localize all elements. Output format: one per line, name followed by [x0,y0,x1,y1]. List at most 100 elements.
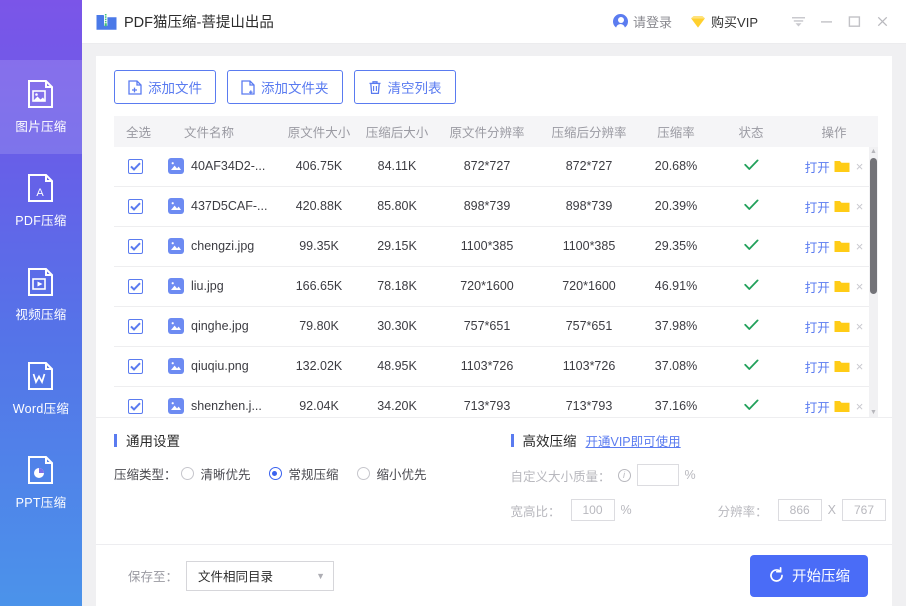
remove-row-icon[interactable]: × [856,199,864,214]
folder-icon[interactable] [834,400,850,413]
header-select[interactable]: 全选 [114,122,168,141]
pdf-compress-icon: A [27,173,55,203]
row-checkbox-cell[interactable] [114,278,168,294]
header-orig-size: 原文件大小 [287,125,351,140]
scrollbar-track[interactable] [869,156,878,408]
clear-list-label: 清空列表 [387,81,442,96]
remove-row-icon[interactable]: × [856,399,864,414]
start-compress-button[interactable]: 开始压缩 [750,554,868,597]
open-file-link[interactable]: 打开 [805,157,830,176]
open-vip-link[interactable]: 开通VIP即可使用 [586,431,681,450]
row-action-cell: 打开 × [790,397,878,416]
maximize-icon[interactable] [840,7,868,37]
info-icon[interactable]: i [617,468,631,482]
resolution-separator: X [827,503,836,517]
table-row[interactable]: 437D5CAF-... 420.88K 85.80K 898*739 898*739 2… [114,187,878,227]
check-icon [743,239,759,254]
sidebar-item-ppt-compress[interactable]: PPT压缩 [0,436,82,530]
row-checkbox-cell[interactable] [114,158,168,174]
row-orig-size: 166.65K [295,279,343,294]
add-file-button[interactable]: 添加文件 [114,70,216,104]
table-row[interactable]: chengzi.jpg 99.35K 29.15K 1100*385 1100*385 2… [114,227,878,267]
login-button[interactable]: 请登录 [613,12,672,31]
row-action-cell: 打开 × [790,157,878,176]
row-checkbox-cell[interactable] [114,398,168,414]
advanced-settings-title: 高效压缩 开通VIP即可使用 [510,430,893,450]
row-checkbox-cell[interactable] [114,238,168,254]
close-icon[interactable] [868,7,896,37]
open-file-link[interactable]: 打开 [805,317,830,336]
remove-row-icon[interactable]: × [856,239,864,254]
sidebar-item-video-compress[interactable]: 视频压缩 [0,248,82,342]
remove-row-icon[interactable]: × [856,319,864,334]
radio-normal-compress[interactable]: 常规压缩 [268,464,339,483]
menu-icon[interactable] [784,7,812,37]
row-name-cell: chengzi.jpg [168,238,280,255]
folder-icon[interactable] [834,240,850,253]
table-row[interactable]: qiuqiu.png 132.02K 48.95K 1103*726 1103*726 3… [114,347,878,387]
diamond-icon [690,15,706,29]
save-to-value: 文件相同目录 [198,570,274,584]
row-comp-size: 84.11K [377,159,417,174]
radio-size-priority[interactable]: 缩小优先 [356,464,427,483]
buy-vip-button[interactable]: 购买VIP [690,12,758,31]
row-checkbox[interactable] [128,198,143,214]
quality-input[interactable] [636,464,679,486]
radio-button[interactable] [356,467,370,480]
row-name-cell: 40AF34D2-... [168,158,280,175]
save-to-select[interactable]: 文件相同目录 ▼ [186,560,335,591]
clear-list-button[interactable]: 清空列表 [353,70,456,104]
image-file-icon [168,318,184,335]
folder-icon[interactable] [834,160,850,173]
login-label: 请登录 [633,15,673,30]
row-checkbox[interactable] [128,358,143,374]
radio-clear-priority[interactable]: 清晰优先 [180,464,251,483]
folder-icon[interactable] [834,360,850,373]
resolution-height-input[interactable]: 767 [842,499,886,521]
scrollbar-thumb[interactable] [870,157,877,295]
row-checkbox-cell[interactable] [114,198,168,214]
table-row[interactable]: liu.jpg 166.65K 78.18K 720*1600 720*1600 46.9… [114,267,878,307]
radio-button[interactable] [268,467,282,480]
open-file-link[interactable]: 打开 [805,277,830,296]
remove-row-icon[interactable]: × [856,279,864,294]
open-file-link[interactable]: 打开 [805,357,830,376]
add-folder-button[interactable]: 添加文件夹 [227,70,343,104]
open-file-link[interactable]: 打开 [805,397,830,416]
table-row[interactable]: 40AF34D2-... 406.75K 84.11K 872*727 872*727 2… [114,147,878,187]
row-comp-res: 898*739 [565,199,613,214]
folder-icon[interactable] [834,280,850,293]
scroll-up-arrow[interactable]: ▲ [870,147,877,156]
row-rate: 29.35% [654,239,698,254]
open-file-link[interactable]: 打开 [805,237,830,256]
row-checkbox[interactable] [128,238,143,254]
row-orig-res: 720*1600 [460,279,514,294]
app-title: PDF猫压缩-菩提山出品 [124,15,274,31]
table-row[interactable]: shenzhen.j... 92.04K 34.20K 713*793 713*793 3… [114,387,878,417]
row-checkbox[interactable] [128,318,143,334]
compress-type-label: 压缩类型： [114,468,177,482]
row-checkbox[interactable] [128,278,143,294]
sidebar-item-image-compress[interactable]: 图片压缩 [0,60,82,154]
open-file-link[interactable]: 打开 [805,197,830,216]
add-file-icon [128,79,142,95]
row-checkbox[interactable] [128,398,143,414]
scroll-down-arrow[interactable]: ▼ [870,408,877,417]
sidebar-item-word-compress[interactable]: Word压缩 [0,342,82,436]
title-bar: PDF猫压缩-菩提山出品 请登录 购买VIP [82,0,906,44]
row-orig-size: 406.75K [295,159,343,174]
row-checkbox-cell[interactable] [114,318,168,334]
sidebar-item-pdf-compress[interactable]: A PDF压缩 [0,154,82,248]
folder-icon[interactable] [834,320,850,333]
resolution-width-input[interactable]: 866 [777,499,822,521]
remove-row-icon[interactable]: × [856,359,864,374]
radio-button[interactable] [180,467,194,480]
table-row[interactable]: qinghe.jpg 79.80K 30.30K 757*651 757*651 37.9… [114,307,878,347]
folder-icon[interactable] [834,200,850,213]
row-checkbox[interactable] [128,158,143,174]
table-scrollbar[interactable]: ▲ ▼ [869,146,878,417]
row-checkbox-cell[interactable] [114,358,168,374]
ratio-input[interactable]: 100 [570,499,615,521]
remove-row-icon[interactable]: × [856,159,864,174]
minimize-icon[interactable] [812,7,840,37]
